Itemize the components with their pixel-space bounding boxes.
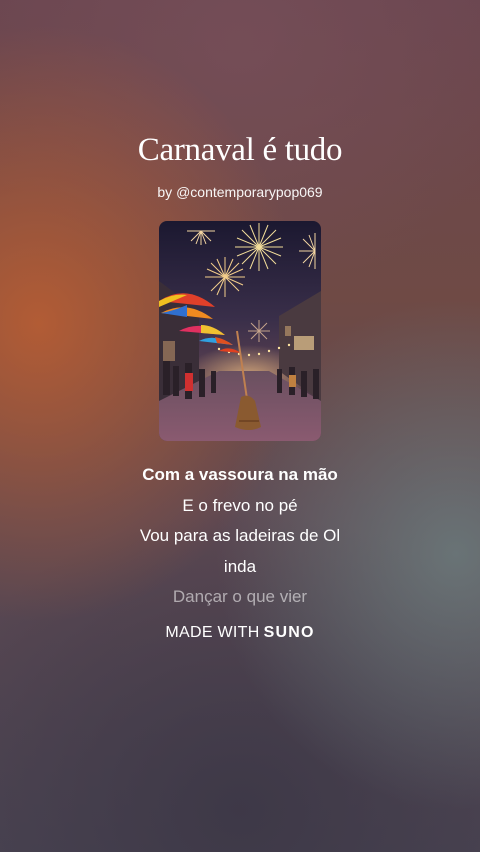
suno-logo: SUNO: [263, 624, 315, 641]
made-with-label: MADE WITH: [165, 624, 260, 641]
lyric-line[interactable]: inda: [0, 552, 480, 583]
lyric-line[interactable]: Dançar o que vier: [0, 582, 480, 613]
artist-byline[interactable]: by @contemporarypop069: [0, 184, 480, 200]
lyrics-panel: Com a vassoura na mão E o frevo no pé Vo…: [0, 460, 480, 613]
made-with-suno-badge[interactable]: MADE WITH SUNO: [0, 624, 480, 642]
song-view: Carnaval é tudo by @contemporarypop069 C…: [0, 0, 480, 852]
lyric-line[interactable]: Com a vassoura na mão: [0, 460, 480, 491]
album-cover-image: [159, 221, 321, 441]
song-title: Carnaval é tudo: [137, 132, 343, 168]
lyric-line[interactable]: E o frevo no pé: [0, 491, 480, 522]
lyric-line[interactable]: Vou para as ladeiras de Ol: [0, 521, 480, 552]
